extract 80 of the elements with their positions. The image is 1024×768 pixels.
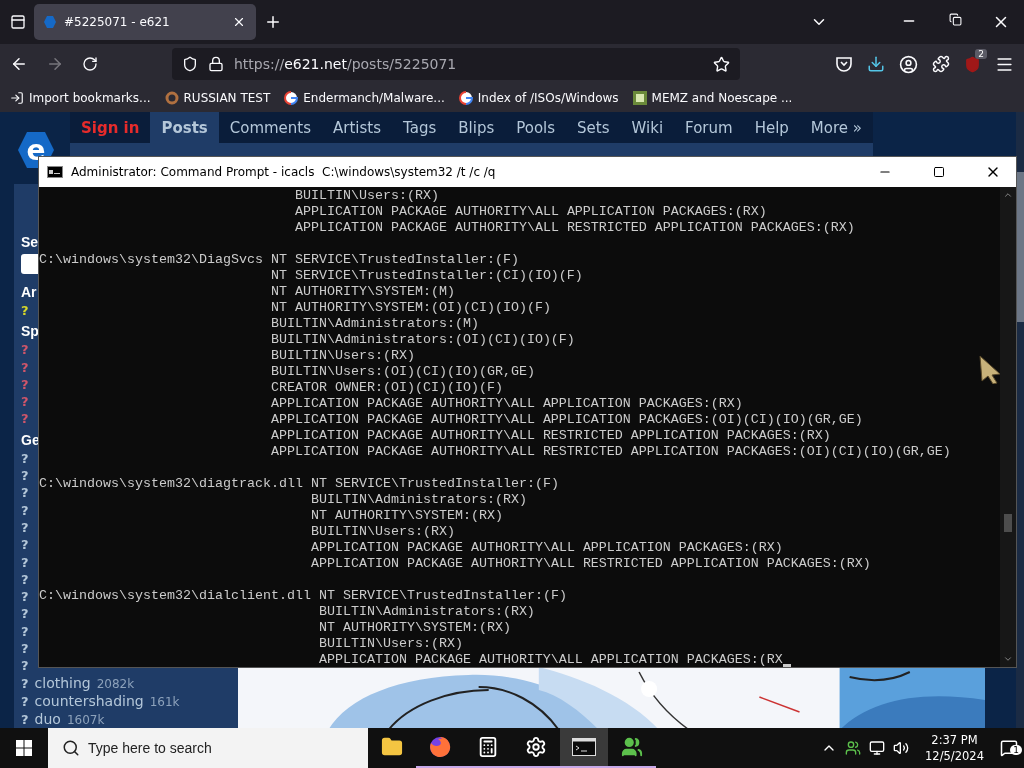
clock[interactable]: 2:37 PM 12/5/2024 [925,732,984,764]
tag-link[interactable]: clothing [34,674,91,692]
console-line: BUILTIN\Users:(RX) [310,524,455,540]
nav-link[interactable]: Tags [392,112,448,143]
tag-help-link[interactable]: ? [21,588,29,606]
console-line: APPLICATION PACKAGE AUTHORITY\ALL APPLICATION PACKAGES:(OI)(CI)(IO)(GR,GE) [270,412,863,428]
address-field[interactable]: https://e621.net/posts/5225071 [172,48,740,80]
nav-link[interactable]: Artists [322,112,393,143]
tag-help-link[interactable]: ? [21,501,29,519]
console-line: NT SERVICE\TrustedInstaller:(F) [270,252,519,268]
console-line: NT SERVICE\TrustedInstaller:(F) [318,588,567,604]
console-line: BUILTIN\Users:(RX) [270,348,415,364]
console-line: APPLICATION PACKAGE AUTHORITY\ALL APPLICATION PACKAGES:(RX [318,652,783,667]
tag-link[interactable]: duo [34,711,61,729]
extension-badge: 2 [975,48,987,59]
console-line: BUILTIN\Administrators:(OI)(CI)(IO)(F) [270,332,575,348]
console-line: BUILTIN\Users:(RX) [318,636,463,652]
console-line: NT AUTHORITY\SYSTEM:(RX) [310,508,503,524]
console-line: CREATOR OWNER:(OI)(CI)(IO)(F) [270,380,503,396]
tag-link[interactable]: countershading [34,692,144,711]
nav-link[interactable]: Forum [674,112,744,143]
console-path: C:\windows\system32\DiagSvcs [39,252,263,268]
tag-help-link[interactable]: ? [21,570,29,589]
nav-link[interactable]: Comments [218,112,323,143]
bookmark-link[interactable]: RUSSIAN TEST [164,91,271,105]
nav-link[interactable]: Wiki [620,112,675,143]
tag-help-link[interactable]: ? [21,622,29,641]
tag-help-link[interactable]: ? [21,711,29,729]
console-line: BUILTIN\Users:(OI)(CI)(IO)(GR,GE) [270,364,535,380]
console-line: APPLICATION PACKAGE AUTHORITY\ALL RESTRICTED APPLICATION PACKAGES:(RX) [310,556,871,572]
console-line: NT SERVICE\TrustedInstaller:(CI)(IO)(F) [270,268,583,284]
sidebar-heading: Sp [21,322,39,342]
sidebar-heading: Ar [21,283,37,302]
tag-help-link[interactable]: ? [21,518,29,537]
tag-help-link[interactable]: ? [21,467,29,485]
bookmark-link[interactable]: MEMZ and Noescape ... [632,91,793,105]
console-line: NT SERVICE\TrustedInstaller:(F) [310,476,559,492]
console-line: APPLICATION PACKAGE AUTHORITY\ALL APPLICATION PACKAGES:(RX) [294,204,767,220]
tag-count: 2082k [96,675,135,693]
tag-help-link[interactable]: ? [21,640,29,658]
bookmark-link[interactable]: Index of /ISOs/Windows [458,91,619,105]
browser-tab[interactable]: #5225071 - e621 [34,4,256,40]
console-line: NT AUTHORITY\SYSTEM:(M) [270,284,455,300]
tag-help-link[interactable]: ? [21,674,29,692]
console-line: BUILTIN\Administrators:(RX) [318,604,535,620]
console-line: BUILTIN\Users:(RX) [294,188,439,204]
console-line: APPLICATION PACKAGE AUTHORITY\ALL RESTRICTED APPLICATION PACKAGES:(RX) [270,428,831,444]
window-title: Administrator: Command Prompt - icacls C:\windows\system32 /t /c /q [71,165,497,179]
tag-help-link[interactable]: ? [21,553,29,571]
nav-link[interactable]: Sets [566,112,621,143]
tag-count: 161k [149,693,180,711]
nav-link[interactable]: Sign in [70,112,151,143]
tag-help-link[interactable]: ? [21,449,29,468]
tag-help-link[interactable]: ? [21,484,29,502]
console-line: APPLICATION PACKAGE AUTHORITY\ALL APPLICATION PACKAGES:(RX) [310,540,783,556]
nav-link[interactable]: Pools [505,112,567,143]
nav-link[interactable]: Help [743,112,800,143]
console-path: C:\windows\system32\diagtrack.dll [39,476,303,492]
console-line: APPLICATION PACKAGE AUTHORITY\ALL APPLICATION PACKAGES:(RX) [270,396,743,412]
console-line: BUILTIN\Administrators:(M) [270,316,479,332]
sidebar-heading: Se [21,233,39,252]
tag-help-link[interactable]: ? [21,302,29,320]
tag-help-link[interactable]: ? [21,692,29,711]
tag-count: 1607k [66,712,105,730]
console-line: NT AUTHORITY\SYSTEM:(RX) [318,620,511,636]
console-line: APPLICATION PACKAGE AUTHORITY\ALL RESTRICTED APPLICATION PACKAGES:(RX) [294,220,855,236]
console-path: C:\windows\system32\dialclient.dll [39,588,311,604]
bookmark-link[interactable]: Import bookmarks... [10,91,151,105]
console-line: NT AUTHORITY\SYSTEM:(OI)(CI)(IO)(F) [270,300,551,316]
tag-help-link[interactable]: ? [21,605,29,623]
bookmark-link[interactable]: Endermanch/Malware... [284,91,445,105]
taskbar-search-field[interactable]: Type here to search [48,728,368,768]
nav-link[interactable]: Blips [447,112,506,143]
tag-help-link[interactable]: ? [21,536,29,554]
tag-help-link[interactable]: ? [21,657,29,675]
nav-link[interactable]: More » [799,112,873,143]
console-line: APPLICATION PACKAGE AUTHORITY\ALL RESTRICTED APPLICATION PACKAGES:(OI)(CI)(IO)(GR,GE) [270,444,951,460]
nav-link[interactable]: Posts [150,112,219,143]
console-line: BUILTIN\Administrators:(RX) [310,492,527,508]
notification-badge: 1 [1010,745,1022,755]
